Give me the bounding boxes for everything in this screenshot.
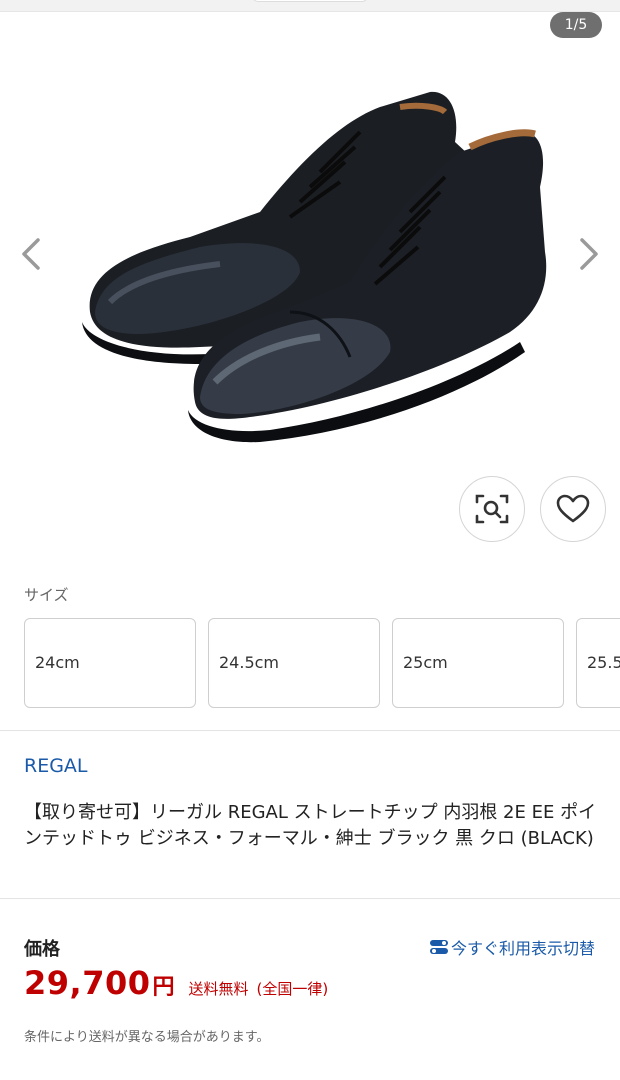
- next-image-button[interactable]: [574, 234, 604, 274]
- heart-icon: [556, 494, 590, 523]
- shipping-label: 送料無料: [188, 980, 249, 998]
- size-option-24-5[interactable]: 24.5cm: [208, 618, 380, 708]
- image-search-icon: [475, 494, 509, 524]
- display-toggle-label: 今すぐ利用表示切替: [451, 939, 596, 958]
- product-image-gallery[interactable]: 1/5: [0, 12, 620, 552]
- favorite-button[interactable]: [540, 476, 606, 542]
- price-label: 価格: [24, 939, 60, 960]
- toggle-icon: [430, 940, 448, 954]
- size-option-24[interactable]: 24cm: [24, 618, 196, 708]
- image-search-button[interactable]: [459, 476, 525, 542]
- top-handle: [252, 0, 368, 2]
- chevron-right-icon: [580, 238, 598, 270]
- divider: [0, 898, 620, 899]
- currency-unit: 円: [152, 975, 175, 1000]
- divider: [0, 730, 620, 731]
- chevron-left-icon: [22, 238, 40, 270]
- image-counter: 1/5: [550, 12, 602, 38]
- size-section-label: サイズ: [24, 586, 69, 604]
- size-option-25-5[interactable]: 25.5cm: [576, 618, 620, 708]
- display-toggle-link[interactable]: 今すぐ利用表示切替: [429, 935, 595, 959]
- size-option-25[interactable]: 25cm: [392, 618, 564, 708]
- price-row: 29,700 円 送料無料 (全国一律): [24, 964, 328, 1002]
- browser-top-strip: [0, 0, 620, 12]
- price-value: 29,700: [24, 964, 151, 1002]
- shipping-condition-note: 条件により送料が異なる場合があります。: [24, 1030, 270, 1045]
- product-title: 【取り寄せ可】リーガル REGAL ストレートチップ 内羽根 2E EE ポイン…: [24, 802, 597, 849]
- size-options: 24cm 24.5cm 25cm 25.5cm: [24, 618, 620, 708]
- product-image: [82, 91, 547, 443]
- previous-image-button[interactable]: [16, 234, 46, 274]
- brand-link[interactable]: REGAL: [24, 755, 88, 777]
- shipping-note: (全国一律): [256, 980, 329, 998]
